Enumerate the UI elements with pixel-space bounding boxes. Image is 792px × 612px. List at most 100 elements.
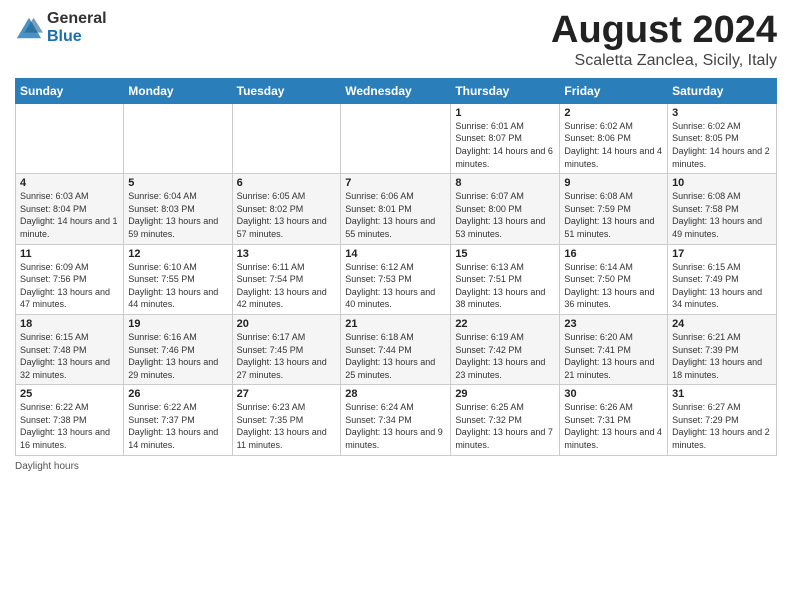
col-wednesday: Wednesday: [341, 78, 451, 103]
header: General Blue August 2024 Scaletta Zancle…: [15, 10, 777, 70]
day-info: Sunrise: 6:13 AMSunset: 7:51 PMDaylight:…: [455, 261, 555, 311]
col-friday: Friday: [560, 78, 668, 103]
day-number: 3: [672, 107, 772, 119]
day-number: 8: [455, 177, 555, 189]
day-number: 21: [345, 318, 446, 330]
day-info: Sunrise: 6:17 AMSunset: 7:45 PMDaylight:…: [237, 331, 337, 381]
table-row: 19 Sunrise: 6:16 AMSunset: 7:46 PMDaylig…: [124, 314, 232, 384]
day-number: 9: [564, 177, 663, 189]
day-number: 15: [455, 248, 555, 260]
day-number: 30: [564, 388, 663, 400]
table-row: 10 Sunrise: 6:08 AMSunset: 7:58 PMDaylig…: [668, 174, 777, 244]
day-number: 25: [20, 388, 119, 400]
day-number: 28: [345, 388, 446, 400]
day-info: Sunrise: 6:11 AMSunset: 7:54 PMDaylight:…: [237, 261, 337, 311]
table-row: 9 Sunrise: 6:08 AMSunset: 7:59 PMDayligh…: [560, 174, 668, 244]
day-number: 16: [564, 248, 663, 260]
day-info: Sunrise: 6:10 AMSunset: 7:55 PMDaylight:…: [128, 261, 227, 311]
day-info: Sunrise: 6:01 AMSunset: 8:07 PMDaylight:…: [455, 120, 555, 170]
table-row: 12 Sunrise: 6:10 AMSunset: 7:55 PMDaylig…: [124, 244, 232, 314]
table-row: 14 Sunrise: 6:12 AMSunset: 7:53 PMDaylig…: [341, 244, 451, 314]
day-info: Sunrise: 6:06 AMSunset: 8:01 PMDaylight:…: [345, 190, 446, 240]
day-info: Sunrise: 6:23 AMSunset: 7:35 PMDaylight:…: [237, 401, 337, 451]
day-info: Sunrise: 6:03 AMSunset: 8:04 PMDaylight:…: [20, 190, 119, 240]
col-thursday: Thursday: [451, 78, 560, 103]
day-number: 27: [237, 388, 337, 400]
title-block: August 2024 Scaletta Zanclea, Sicily, It…: [551, 10, 777, 70]
day-info: Sunrise: 6:22 AMSunset: 7:37 PMDaylight:…: [128, 401, 227, 451]
day-info: Sunrise: 6:04 AMSunset: 8:03 PMDaylight:…: [128, 190, 227, 240]
table-row: 26 Sunrise: 6:22 AMSunset: 7:37 PMDaylig…: [124, 385, 232, 455]
day-number: 6: [237, 177, 337, 189]
day-number: 2: [564, 107, 663, 119]
page: General Blue August 2024 Scaletta Zancle…: [0, 0, 792, 612]
table-row: 31 Sunrise: 6:27 AMSunset: 7:29 PMDaylig…: [668, 385, 777, 455]
col-monday: Monday: [124, 78, 232, 103]
day-number: 24: [672, 318, 772, 330]
day-info: Sunrise: 6:08 AMSunset: 7:58 PMDaylight:…: [672, 190, 772, 240]
day-number: 29: [455, 388, 555, 400]
table-row: 15 Sunrise: 6:13 AMSunset: 7:51 PMDaylig…: [451, 244, 560, 314]
day-info: Sunrise: 6:09 AMSunset: 7:56 PMDaylight:…: [20, 261, 119, 311]
col-sunday: Sunday: [16, 78, 124, 103]
day-number: 23: [564, 318, 663, 330]
day-info: Sunrise: 6:22 AMSunset: 7:38 PMDaylight:…: [20, 401, 119, 451]
logo-general-text: General: [47, 10, 107, 28]
day-number: 4: [20, 177, 119, 189]
table-row: 27 Sunrise: 6:23 AMSunset: 7:35 PMDaylig…: [232, 385, 341, 455]
day-info: Sunrise: 6:02 AMSunset: 8:06 PMDaylight:…: [564, 120, 663, 170]
day-info: Sunrise: 6:18 AMSunset: 7:44 PMDaylight:…: [345, 331, 446, 381]
day-info: Sunrise: 6:26 AMSunset: 7:31 PMDaylight:…: [564, 401, 663, 451]
day-number: 5: [128, 177, 227, 189]
table-row: 29 Sunrise: 6:25 AMSunset: 7:32 PMDaylig…: [451, 385, 560, 455]
calendar-week-row: 11 Sunrise: 6:09 AMSunset: 7:56 PMDaylig…: [16, 244, 777, 314]
day-number: 10: [672, 177, 772, 189]
table-row: [232, 103, 341, 173]
calendar-week-row: 25 Sunrise: 6:22 AMSunset: 7:38 PMDaylig…: [16, 385, 777, 455]
logo-blue-text: Blue: [47, 28, 107, 46]
day-info: Sunrise: 6:20 AMSunset: 7:41 PMDaylight:…: [564, 331, 663, 381]
table-row: 7 Sunrise: 6:06 AMSunset: 8:01 PMDayligh…: [341, 174, 451, 244]
day-info: Sunrise: 6:16 AMSunset: 7:46 PMDaylight:…: [128, 331, 227, 381]
day-number: 22: [455, 318, 555, 330]
day-number: 19: [128, 318, 227, 330]
table-row: 8 Sunrise: 6:07 AMSunset: 8:00 PMDayligh…: [451, 174, 560, 244]
day-number: 31: [672, 388, 772, 400]
day-number: 14: [345, 248, 446, 260]
day-info: Sunrise: 6:19 AMSunset: 7:42 PMDaylight:…: [455, 331, 555, 381]
logo: General Blue: [15, 10, 107, 45]
table-row: 5 Sunrise: 6:04 AMSunset: 8:03 PMDayligh…: [124, 174, 232, 244]
calendar-week-row: 18 Sunrise: 6:15 AMSunset: 7:48 PMDaylig…: [16, 314, 777, 384]
day-number: 11: [20, 248, 119, 260]
logo-icon: [15, 14, 43, 42]
table-row: 22 Sunrise: 6:19 AMSunset: 7:42 PMDaylig…: [451, 314, 560, 384]
table-row: 20 Sunrise: 6:17 AMSunset: 7:45 PMDaylig…: [232, 314, 341, 384]
table-row: 11 Sunrise: 6:09 AMSunset: 7:56 PMDaylig…: [16, 244, 124, 314]
calendar-header-row: Sunday Monday Tuesday Wednesday Thursday…: [16, 78, 777, 103]
table-row: 21 Sunrise: 6:18 AMSunset: 7:44 PMDaylig…: [341, 314, 451, 384]
day-info: Sunrise: 6:21 AMSunset: 7:39 PMDaylight:…: [672, 331, 772, 381]
col-tuesday: Tuesday: [232, 78, 341, 103]
table-row: 13 Sunrise: 6:11 AMSunset: 7:54 PMDaylig…: [232, 244, 341, 314]
day-number: 12: [128, 248, 227, 260]
table-row: 28 Sunrise: 6:24 AMSunset: 7:34 PMDaylig…: [341, 385, 451, 455]
day-number: 7: [345, 177, 446, 189]
logo-text: General Blue: [47, 10, 107, 45]
location-subtitle: Scaletta Zanclea, Sicily, Italy: [551, 52, 777, 70]
table-row: [16, 103, 124, 173]
table-row: 17 Sunrise: 6:15 AMSunset: 7:49 PMDaylig…: [668, 244, 777, 314]
day-info: Sunrise: 6:15 AMSunset: 7:49 PMDaylight:…: [672, 261, 772, 311]
table-row: 23 Sunrise: 6:20 AMSunset: 7:41 PMDaylig…: [560, 314, 668, 384]
table-row: 4 Sunrise: 6:03 AMSunset: 8:04 PMDayligh…: [16, 174, 124, 244]
day-info: Sunrise: 6:05 AMSunset: 8:02 PMDaylight:…: [237, 190, 337, 240]
day-number: 26: [128, 388, 227, 400]
day-number: 13: [237, 248, 337, 260]
day-info: Sunrise: 6:25 AMSunset: 7:32 PMDaylight:…: [455, 401, 555, 451]
table-row: 24 Sunrise: 6:21 AMSunset: 7:39 PMDaylig…: [668, 314, 777, 384]
day-info: Sunrise: 6:02 AMSunset: 8:05 PMDaylight:…: [672, 120, 772, 170]
day-number: 1: [455, 107, 555, 119]
table-row: 2 Sunrise: 6:02 AMSunset: 8:06 PMDayligh…: [560, 103, 668, 173]
table-row: 30 Sunrise: 6:26 AMSunset: 7:31 PMDaylig…: [560, 385, 668, 455]
day-info: Sunrise: 6:15 AMSunset: 7:48 PMDaylight:…: [20, 331, 119, 381]
day-info: Sunrise: 6:07 AMSunset: 8:00 PMDaylight:…: [455, 190, 555, 240]
